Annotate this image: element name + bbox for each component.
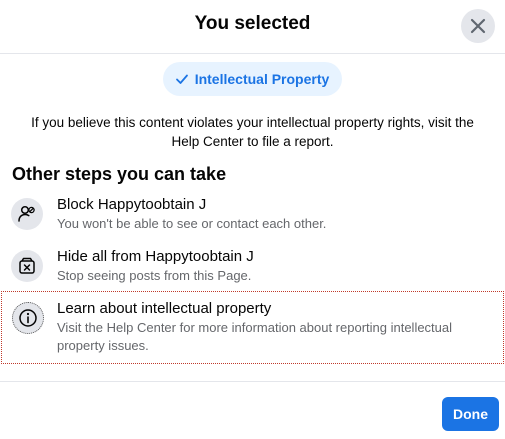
- option-icon-container: [11, 198, 43, 230]
- close-icon: [470, 18, 486, 34]
- option-icon-container: [11, 250, 43, 282]
- option-title: Hide all from Happytoobtain J: [57, 248, 254, 265]
- option-icon-container: [12, 302, 44, 334]
- done-button[interactable]: Done: [442, 397, 499, 431]
- block-user-icon: [18, 205, 35, 222]
- selected-chip-row: Intellectual Property: [0, 62, 505, 96]
- option-block-user[interactable]: Block Happytoobtain J You won't be able …: [0, 190, 505, 238]
- hide-icon: [19, 257, 35, 274]
- dialog-header: You selected: [0, 0, 505, 54]
- chip-label: Intellectual Property: [194, 71, 330, 87]
- option-description: Stop seeing posts from this Page.: [57, 268, 252, 283]
- option-learn-intellectual-property[interactable]: Learn about intellectual property Visit …: [1, 291, 504, 364]
- option-description: Visit the Help Center for more informati…: [57, 320, 453, 353]
- info-icon: [19, 309, 37, 327]
- footer-divider: [0, 381, 505, 382]
- info-text: If you believe this content violates you…: [31, 115, 474, 149]
- section-title: Other steps you can take: [12, 164, 227, 184]
- close-button[interactable]: [461, 9, 495, 43]
- report-dialog: You selected Intellectual Property If yo…: [0, 0, 505, 439]
- option-title: Block Happytoobtain J: [57, 196, 207, 213]
- selected-category-chip: Intellectual Property: [162, 62, 343, 96]
- dialog-title: You selected: [194, 13, 311, 34]
- checkmark-icon: [175, 74, 188, 84]
- option-description: You won't be able to see or contact each…: [57, 216, 327, 231]
- option-hide-all[interactable]: Hide all from Happytoobtain J Stop seein…: [0, 242, 505, 290]
- option-title: Learn about intellectual property: [57, 300, 272, 317]
